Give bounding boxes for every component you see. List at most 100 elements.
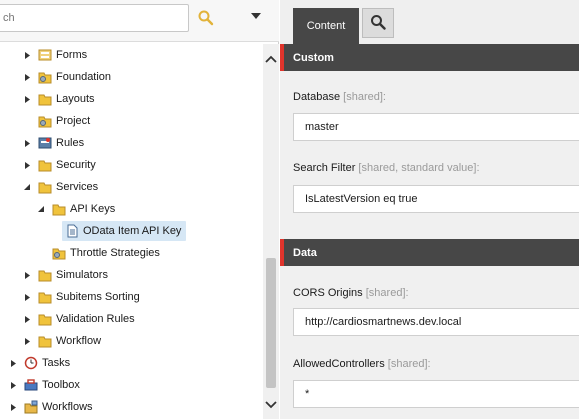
tree-item-workflows[interactable]: Workflows bbox=[8, 397, 93, 417]
clock-icon bbox=[24, 356, 38, 370]
field-meta: [shared, standard value]: bbox=[358, 162, 480, 174]
field-value: * bbox=[305, 388, 310, 400]
tab-search[interactable] bbox=[362, 8, 394, 38]
expand-arrow-icon[interactable] bbox=[22, 72, 32, 82]
tree-item-label: OData Item API Key bbox=[83, 225, 182, 237]
cors-origins-field[interactable]: http://cardiosmartnews.dev.local bbox=[293, 308, 579, 336]
chevron-down-icon[interactable] bbox=[263, 398, 279, 412]
field-label-allowed-controllers: AllowedControllers [shared]: bbox=[293, 358, 431, 370]
folder-gear-icon bbox=[52, 246, 66, 260]
tree-item-foundation[interactable]: Foundation bbox=[22, 67, 111, 87]
folder-icon bbox=[38, 334, 52, 348]
folder-gear-icon bbox=[38, 70, 52, 84]
search-icon[interactable] bbox=[196, 9, 216, 27]
tree-item-odata-item-api-key[interactable]: OData Item API Key bbox=[62, 221, 187, 241]
no-arrow bbox=[36, 248, 46, 258]
tree-item-workflow[interactable]: Workflow bbox=[22, 331, 101, 351]
tree-item-label: Forms bbox=[56, 49, 88, 61]
search-icon bbox=[370, 14, 386, 33]
content-editor-pane: Content Custom Database [shared]: master… bbox=[280, 0, 579, 419]
tree-item-label: Toolbox bbox=[42, 379, 80, 391]
no-arrow bbox=[22, 116, 32, 126]
expand-arrow-icon[interactable] bbox=[8, 358, 18, 368]
tree-item-throttle-strategies[interactable]: Throttle Strategies bbox=[36, 243, 160, 263]
field-label-cors-origins: CORS Origins [shared]: bbox=[293, 287, 409, 299]
expand-arrow-icon[interactable] bbox=[22, 50, 32, 60]
tree-item-label: Services bbox=[56, 181, 99, 193]
tree-search-bar bbox=[0, 0, 279, 42]
search-filter-field[interactable]: IsLatestVersion eq true bbox=[293, 185, 579, 213]
tree-item-security[interactable]: Security bbox=[22, 155, 96, 175]
tree-item-label: Simulators bbox=[56, 269, 108, 281]
expand-arrow-icon[interactable] bbox=[8, 380, 18, 390]
expand-arrow-icon[interactable] bbox=[22, 138, 32, 148]
section-header-data[interactable]: Data bbox=[280, 239, 579, 266]
tree-item-label: Workflow bbox=[56, 335, 102, 347]
field-name: Search Filter bbox=[293, 162, 356, 174]
folder-icon bbox=[52, 202, 66, 216]
tree-search-input[interactable] bbox=[0, 4, 189, 32]
collapse-arrow-icon[interactable] bbox=[22, 182, 32, 192]
workflows-icon bbox=[24, 400, 38, 414]
tree-item-label: Throttle Strategies bbox=[70, 247, 160, 259]
folder-gear-icon bbox=[38, 114, 52, 128]
field-meta: [shared]: bbox=[343, 91, 386, 103]
field-name: CORS Origins bbox=[293, 287, 363, 299]
allowed-controllers-field[interactable]: * bbox=[293, 380, 579, 408]
folder-icon bbox=[38, 268, 52, 282]
folder-icon bbox=[38, 312, 52, 326]
folder-icon bbox=[38, 158, 52, 172]
field-value: IsLatestVersion eq true bbox=[305, 193, 418, 205]
tree-item-forms[interactable]: Forms bbox=[22, 45, 87, 65]
content-tree: Forms Foundation Layouts Project Rules S… bbox=[0, 44, 263, 419]
field-meta: [shared]: bbox=[365, 287, 409, 299]
tree-scrollbar[interactable] bbox=[263, 44, 279, 419]
toolbox-icon bbox=[24, 378, 38, 392]
expand-arrow-icon[interactable] bbox=[22, 160, 32, 170]
content-tree-pane: Forms Foundation Layouts Project Rules S… bbox=[0, 0, 279, 419]
editor-tabstrip: Content bbox=[280, 0, 579, 44]
tree-item-label: Layouts bbox=[56, 93, 95, 105]
collapse-arrow-icon[interactable] bbox=[36, 204, 46, 214]
tree-item-validation-rules[interactable]: Validation Rules bbox=[22, 309, 135, 329]
document-icon bbox=[65, 224, 79, 238]
tree-item-simulators[interactable]: Simulators bbox=[22, 265, 108, 285]
form-icon bbox=[38, 48, 52, 62]
expand-arrow-icon[interactable] bbox=[8, 402, 18, 412]
tree-item-rules[interactable]: Rules bbox=[22, 133, 84, 153]
tree-item-services[interactable]: Services bbox=[22, 177, 98, 197]
field-value: master bbox=[305, 121, 339, 133]
section-header-custom[interactable]: Custom bbox=[280, 44, 579, 71]
tree-item-api-keys[interactable]: API Keys bbox=[36, 199, 115, 219]
tree-item-toolbox[interactable]: Toolbox bbox=[8, 375, 80, 395]
tree-item-label: Subitems Sorting bbox=[56, 291, 140, 303]
chevron-up-icon[interactable] bbox=[263, 52, 279, 66]
field-meta: [shared]: bbox=[387, 358, 431, 370]
field-label-search-filter: Search Filter [shared, standard value]: bbox=[293, 162, 480, 174]
field-name: AllowedControllers bbox=[293, 358, 385, 370]
section-title: Custom bbox=[293, 51, 334, 64]
field-label-database: Database [shared]: bbox=[293, 91, 386, 103]
chevron-down-icon[interactable] bbox=[250, 11, 262, 21]
tree-item-label: API Keys bbox=[70, 203, 116, 215]
tree-item-layouts[interactable]: Layouts bbox=[22, 89, 95, 109]
rules-icon bbox=[38, 136, 52, 150]
tree-item-tasks[interactable]: Tasks bbox=[8, 353, 70, 373]
expand-arrow-icon[interactable] bbox=[22, 314, 32, 324]
tree-item-label: Rules bbox=[56, 137, 85, 149]
expand-arrow-icon[interactable] bbox=[22, 292, 32, 302]
tree-item-label: Security bbox=[56, 159, 96, 171]
tree-item-label: Project bbox=[56, 115, 91, 127]
tree-item-label: Workflows bbox=[42, 401, 93, 413]
expand-arrow-icon[interactable] bbox=[22, 270, 32, 280]
expand-arrow-icon[interactable] bbox=[22, 336, 32, 346]
field-name: Database bbox=[293, 91, 341, 103]
tree-item-label: Validation Rules bbox=[56, 313, 135, 325]
tab-content[interactable]: Content bbox=[293, 8, 359, 44]
scrollbar-thumb[interactable] bbox=[266, 258, 276, 388]
database-field[interactable]: master bbox=[293, 113, 579, 141]
expand-arrow-icon[interactable] bbox=[22, 94, 32, 104]
folder-icon bbox=[38, 180, 52, 194]
tree-item-subitems-sorting[interactable]: Subitems Sorting bbox=[22, 287, 140, 307]
tree-item-project[interactable]: Project bbox=[22, 111, 90, 131]
